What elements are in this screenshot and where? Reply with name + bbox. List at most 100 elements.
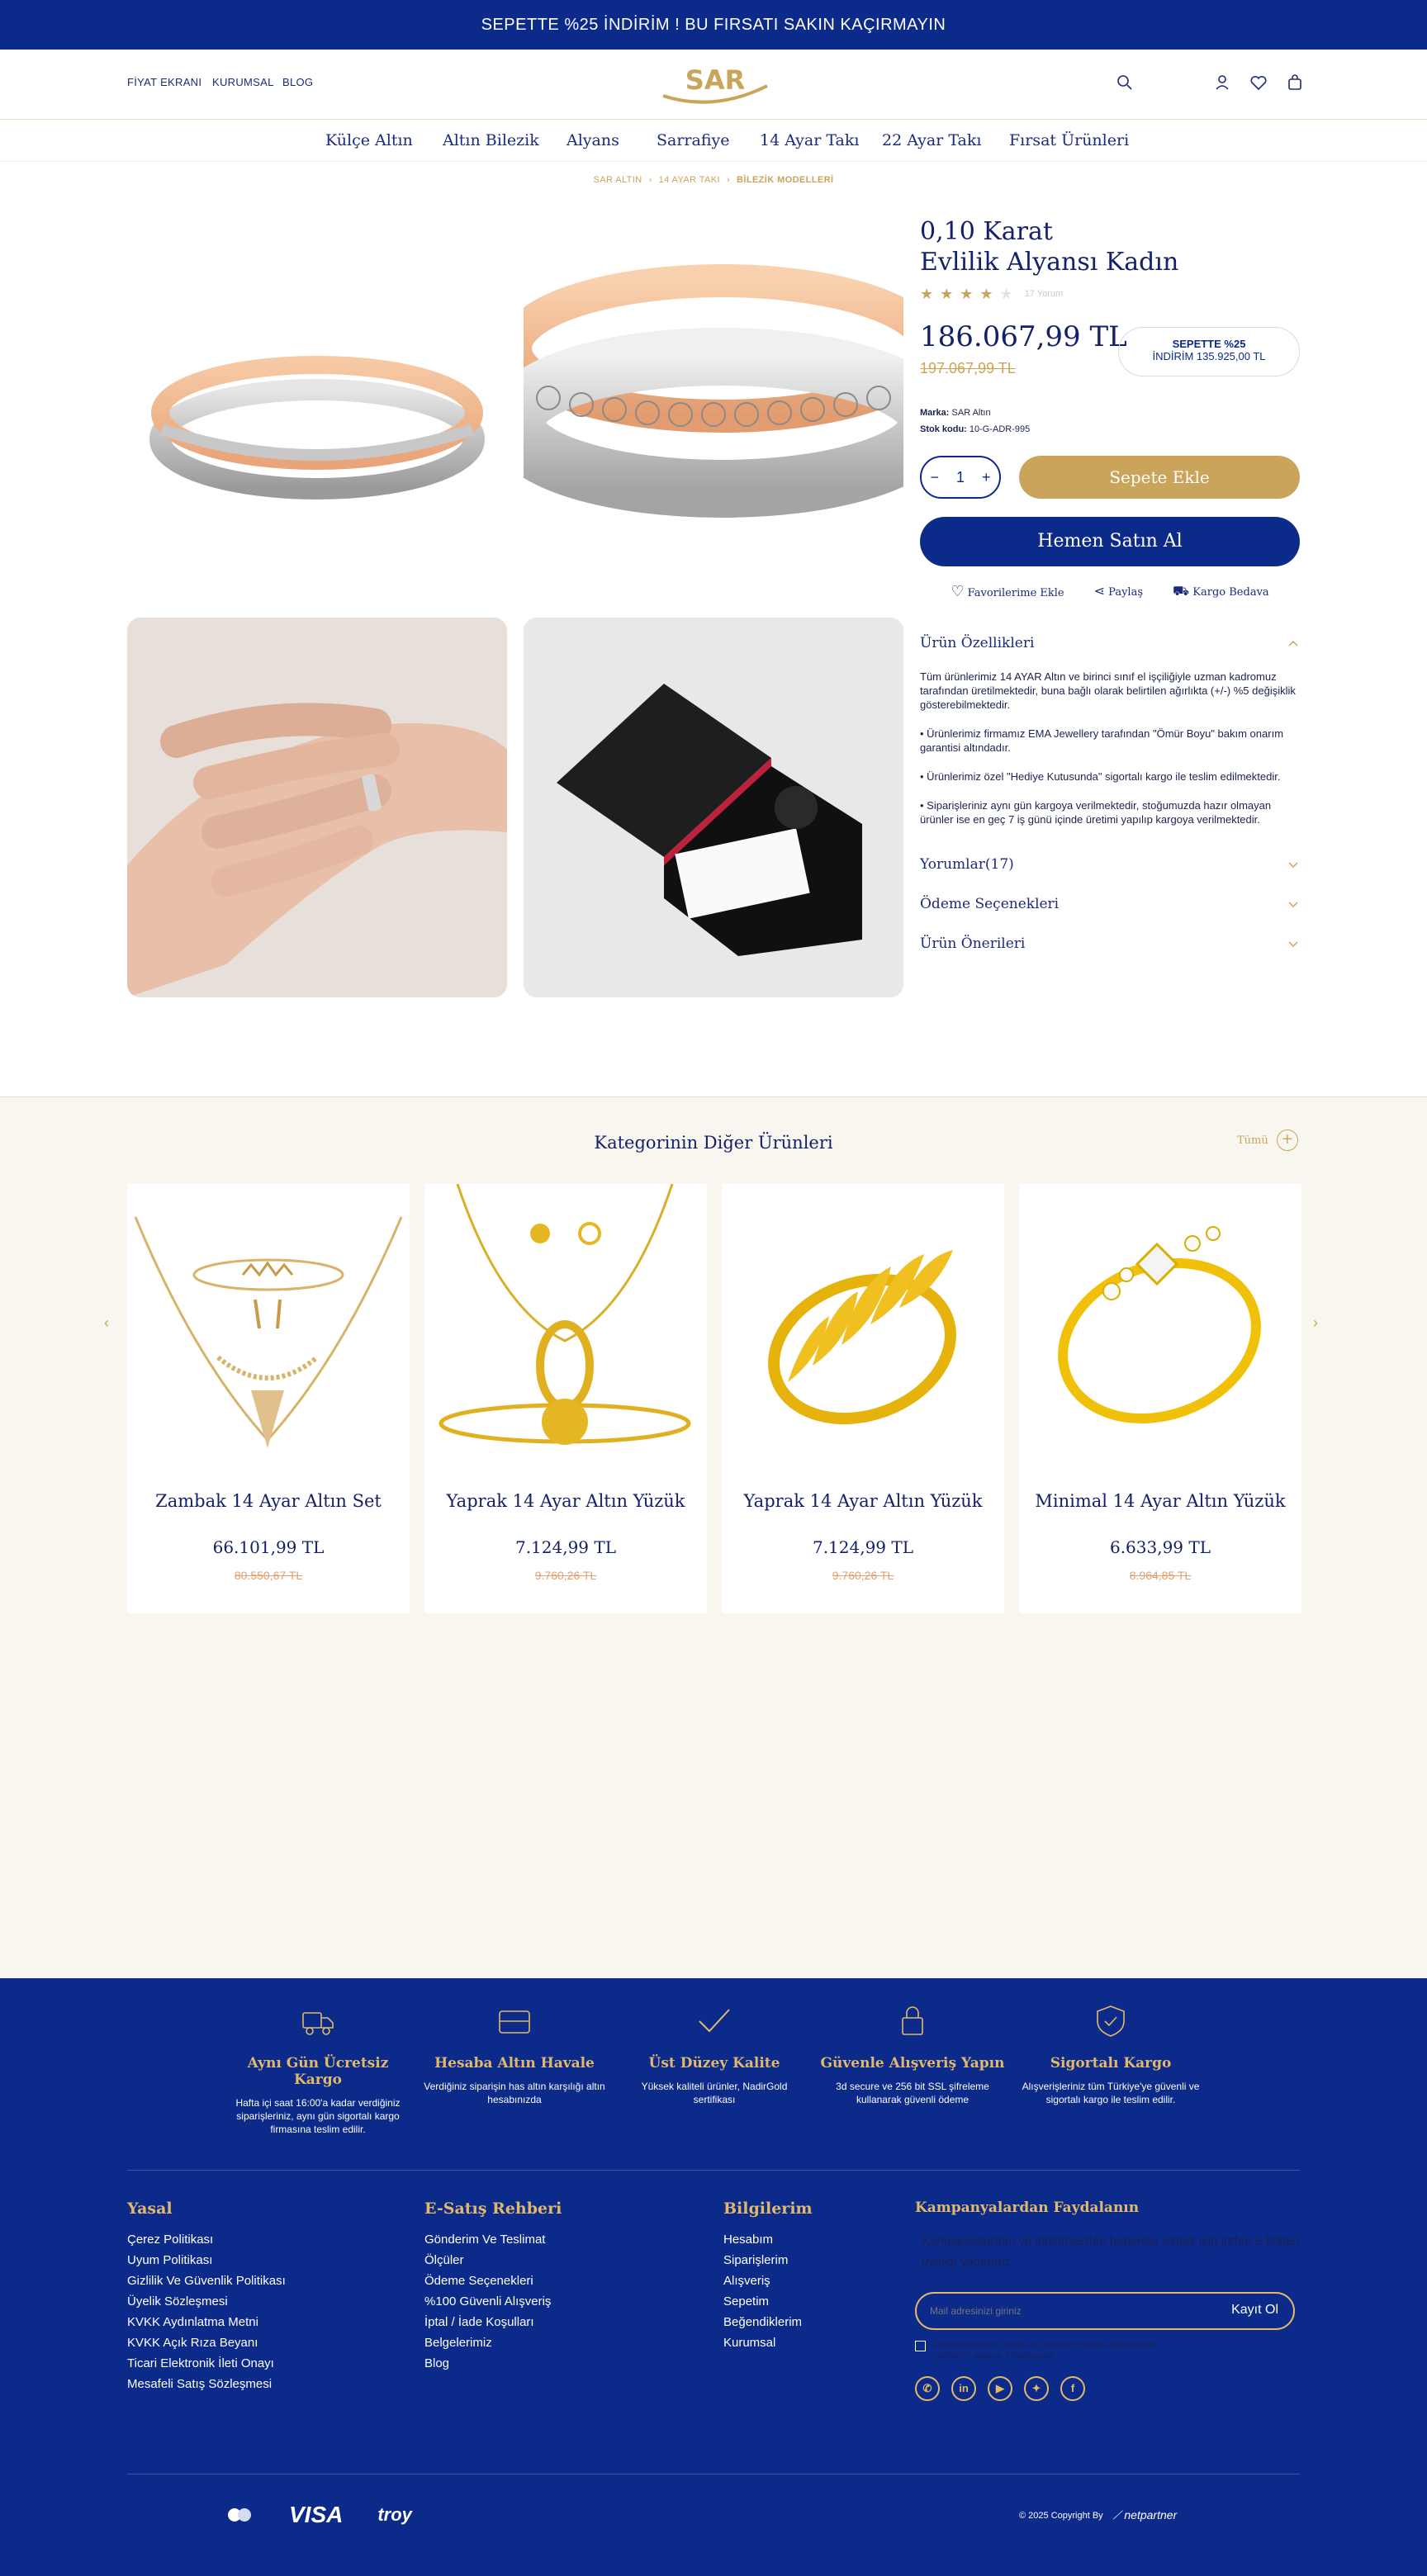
product-card-old-price: 80.550,67 TL — [234, 1569, 303, 1582]
shield-icon — [1097, 2005, 1125, 2037]
product-image-1[interactable] — [127, 216, 507, 596]
youtube-icon[interactable]: ▶ — [988, 2376, 1012, 2401]
add-to-cart-button[interactable]: Sepete Ekle — [1019, 456, 1300, 499]
footer-col-guide: E-Satış Rehberi Gönderim Ve Teslimat Ölç… — [424, 2200, 689, 2377]
footer-link[interactable]: Uyum Politikası — [127, 2253, 391, 2274]
copyright: © 2025 Copyright By ⟋ netpartner — [1019, 2508, 1178, 2522]
nav-item-22k[interactable]: 22 Ayar Takı — [882, 131, 981, 149]
footer-link[interactable]: Ölçüler — [424, 2253, 689, 2274]
site-logo[interactable]: SAR — [657, 59, 774, 111]
footer-link[interactable]: Gönderim Ve Teslimat — [424, 2233, 689, 2253]
search-icon[interactable] — [1115, 73, 1135, 92]
product-card-name[interactable]: Yaprak 14 Ayar Altın Yüzük — [424, 1491, 707, 1511]
product-card[interactable]: Minimal 14 Ayar Altın Yüzük 6.633,99 TL … — [1019, 1184, 1301, 1613]
star-icons: ★★★★ — [920, 285, 1000, 302]
footer-link[interactable]: Kurumsal — [723, 2336, 889, 2356]
accordion-payment-header[interactable]: Ödeme Seçenekleri — [920, 896, 1300, 912]
carousel-prev-icon[interactable]: ‹ — [104, 1314, 109, 1332]
footer-link[interactable]: Sepetim — [723, 2294, 889, 2315]
qty-plus-button[interactable]: + — [982, 469, 991, 486]
product-image-2[interactable] — [524, 216, 903, 596]
mastercard-icon — [226, 2507, 254, 2523]
feature-insured-shipping: Sigortalı Kargo Alışverişleriniz tüm Tür… — [1016, 2005, 1206, 2106]
footer-link[interactable]: KVKK Aydınlatma Metni — [127, 2315, 391, 2336]
footer-link[interactable]: Blog — [424, 2356, 689, 2377]
email-field[interactable] — [930, 2302, 1178, 2320]
footer-link[interactable]: Çerez Politikası — [127, 2233, 391, 2253]
nav-item-rings[interactable]: Alyans — [567, 131, 619, 149]
product-card-old-price: 9.760,26 TL — [832, 1569, 894, 1582]
consent-checkbox[interactable] — [915, 2341, 926, 2351]
footer-link[interactable]: Hesabım — [723, 2233, 889, 2253]
linkedin-icon[interactable]: in — [951, 2376, 976, 2401]
product-card-name[interactable]: Minimal 14 Ayar Altın Yüzük — [1019, 1491, 1301, 1511]
user-icon[interactable] — [1212, 73, 1232, 92]
chevron-down-icon — [1288, 941, 1298, 948]
product-card-old-price: 8.964,85 TL — [1129, 1569, 1192, 1582]
announcement-bar: SEPETTE %25 İNDİRİM ! BU FIRSATI SAKIN K… — [0, 0, 1427, 50]
qty-value[interactable]: 1 — [956, 469, 965, 486]
card-icon — [499, 2010, 530, 2034]
product-image-giftbox[interactable] — [524, 618, 903, 997]
breadcrumb-item[interactable]: 14 AYAR TAKI — [659, 175, 720, 185]
footer-link[interactable]: Siparişlerim — [723, 2253, 889, 2274]
subscribe-button[interactable]: Kayıt Ol — [1231, 2303, 1278, 2318]
section-title: Kategorinin Diğer Ürünleri — [594, 1133, 833, 1153]
product-price: 186.067,99 TL — [920, 320, 1127, 353]
product-card-image — [768, 1250, 956, 1425]
cart-icon[interactable] — [1285, 73, 1305, 92]
product-info: 0,10 Karat Evlilik Alyansı Kadın ★★★★ ★ 1… — [920, 216, 1300, 952]
accordion-features-header[interactable]: Ürün Özellikleri — [920, 635, 1300, 651]
whatsapp-icon[interactable]: ✆ — [915, 2376, 940, 2401]
nav-item-14k[interactable]: 14 Ayar Takı — [760, 131, 859, 149]
nav-item-coins[interactable]: Sarrafiye — [657, 131, 730, 149]
footer-link[interactable]: Belgelerimiz — [424, 2336, 689, 2356]
lock-icon — [902, 2006, 923, 2035]
netpartner-logo[interactable]: ⟋ netpartner — [1113, 2508, 1178, 2522]
header-link-blog[interactable]: BLOG — [282, 76, 313, 88]
product-card-name[interactable]: Yaprak 14 Ayar Altın Yüzük — [722, 1491, 1004, 1511]
footer-link[interactable]: Mesafeli Satış Sözleşmesi — [127, 2377, 391, 2398]
share-button[interactable]: ⋖ Paylaş — [1094, 583, 1143, 600]
nav-item-bracelets[interactable]: Altın Bilezik — [443, 131, 539, 149]
product-card[interactable]: Zambak 14 Ayar Altın Set 66.101,99 TL 80… — [127, 1184, 410, 1613]
footer-link[interactable]: İptal / İade Koşulları — [424, 2315, 689, 2336]
footer-link[interactable]: Beğendiklerim — [723, 2315, 889, 2336]
heart-icon[interactable] — [1249, 73, 1268, 92]
review-count[interactable]: 17 Yorum — [1025, 289, 1063, 299]
product-card[interactable]: Yaprak 14 Ayar Altın Yüzük 7.124,99 TL 9… — [424, 1184, 707, 1613]
footer-link[interactable]: Ödeme Seçenekleri — [424, 2274, 689, 2294]
footer-link[interactable]: Alışveriş — [723, 2274, 889, 2294]
view-all-link[interactable]: Tümü + — [1237, 1129, 1298, 1151]
nav-item-gold-bars[interactable]: Külçe Altın — [325, 131, 413, 149]
chevron-down-icon — [1288, 902, 1298, 908]
check-icon — [699, 2009, 730, 2033]
product-image-hand[interactable] — [127, 618, 507, 997]
product-card-image — [134, 1216, 403, 1448]
accordion-reviews-header[interactable]: Yorumlar(17) — [920, 856, 1300, 873]
accordion-suggestions-header[interactable]: Ürün Önerileri — [920, 935, 1300, 952]
footer-link[interactable]: %100 Güvenli Alışveriş — [424, 2294, 689, 2315]
header-link-corporate[interactable]: KURUMSAL — [212, 76, 274, 88]
product-card-image — [439, 1184, 691, 1445]
buy-now-button[interactable]: Hemen Satın Al — [920, 517, 1300, 566]
footer-link[interactable]: KVKK Açık Rıza Beyanı — [127, 2336, 391, 2356]
product-card-old-price: 9.760,26 TL — [534, 1569, 597, 1582]
nav-item-deals[interactable]: Fırsat Ürünleri — [1009, 131, 1129, 149]
chevron-up-icon — [1288, 640, 1298, 646]
consent-row: Üyelik sözleşmesi, Gizlilik ve Güvenlik … — [915, 2340, 1300, 2361]
product-card[interactable]: Yaprak 14 Ayar Altın Yüzük 7.124,99 TL 9… — [722, 1184, 1004, 1613]
footer-link[interactable]: Ticari Elektronik İleti Onayı — [127, 2356, 391, 2377]
footer-link[interactable]: Gizlilik Ve Güvenlik Politikası — [127, 2274, 391, 2294]
breadcrumb-item[interactable]: SAR ALTIN — [594, 175, 642, 185]
qty-minus-button[interactable]: − — [930, 469, 939, 486]
carousel-next-icon[interactable]: › — [1313, 1314, 1318, 1332]
product-card-name[interactable]: Zambak 14 Ayar Altın Set — [127, 1491, 410, 1511]
facebook-icon[interactable]: f — [1060, 2376, 1085, 2401]
footer-link[interactable]: Üyelik Sözleşmesi — [127, 2294, 391, 2315]
twitter-icon[interactable]: ✦ — [1024, 2376, 1049, 2401]
chevron-down-icon — [1288, 862, 1298, 869]
add-to-favorites[interactable]: ♡ Favorilerime Ekle — [951, 583, 1064, 600]
product-rating[interactable]: ★★★★ ★ 17 Yorum — [920, 286, 1300, 302]
header-link-price-screen[interactable]: FİYAT EKRANI — [127, 76, 201, 88]
